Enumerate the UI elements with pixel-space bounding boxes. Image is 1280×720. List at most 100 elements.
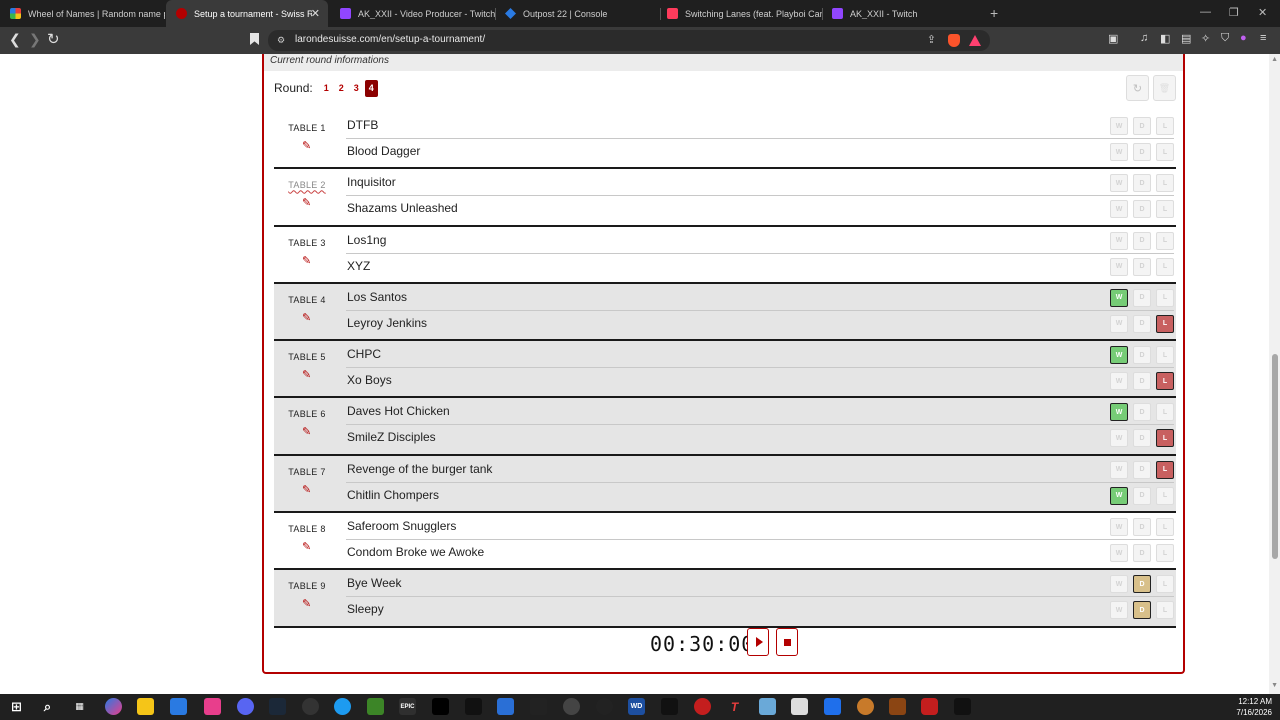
back-icon[interactable]: ❮ — [9, 31, 21, 48]
forward-icon[interactable]: ❯ — [29, 31, 41, 48]
round-button-1[interactable]: 1 — [320, 80, 333, 97]
draw-button[interactable]: D — [1133, 314, 1151, 333]
wd-icon[interactable]: WD — [628, 698, 645, 715]
loss-button[interactable]: L — [1156, 372, 1174, 391]
win-button[interactable]: W — [1110, 486, 1128, 505]
loss-button[interactable]: L — [1156, 174, 1174, 193]
edit-pencil-icon[interactable]: ✎ — [302, 254, 311, 267]
draw-button[interactable]: D — [1133, 117, 1151, 135]
delete-round-button[interactable]: 🗑 — [1153, 75, 1176, 101]
app-icon[interactable] — [694, 698, 711, 715]
tiktok-icon[interactable] — [661, 698, 678, 715]
win-button[interactable]: W — [1110, 257, 1128, 276]
win-button[interactable]: W — [1110, 288, 1128, 307]
extension-icon[interactable]: ● — [1240, 32, 1247, 44]
app-icon[interactable] — [497, 698, 514, 715]
edit-pencil-icon[interactable]: ✎ — [302, 425, 311, 438]
vpn-icon[interactable]: ⛉ — [1221, 32, 1229, 45]
page-scrollbar[interactable]: ▲ ▼ — [1269, 54, 1280, 694]
win-button[interactable]: W — [1110, 403, 1128, 422]
new-tab-button[interactable]: + — [990, 5, 998, 21]
draw-button[interactable]: D — [1133, 601, 1151, 620]
win-button[interactable]: W — [1110, 601, 1128, 620]
draw-button[interactable]: D — [1133, 486, 1151, 505]
loss-button[interactable]: L — [1156, 429, 1174, 448]
scroll-up-icon[interactable]: ▲ — [1271, 56, 1278, 63]
draw-button[interactable]: D — [1133, 346, 1151, 365]
round-button-4[interactable]: 4 — [364, 79, 378, 97]
app-icon[interactable] — [302, 698, 319, 715]
loss-button[interactable]: L — [1156, 403, 1174, 422]
edit-pencil-icon[interactable]: ✎ — [302, 311, 311, 324]
epic-games-icon[interactable]: EPIC — [399, 698, 416, 715]
browser-tab[interactable]: AK_XXII - Video Producer - Twitch — [330, 0, 495, 27]
loss-button[interactable]: L — [1156, 143, 1174, 161]
windows-start-icon[interactable]: ⊞ — [8, 698, 25, 715]
loss-button[interactable]: L — [1156, 460, 1174, 479]
draw-button[interactable]: D — [1133, 460, 1151, 479]
win-button[interactable]: W — [1110, 346, 1128, 365]
app-icon[interactable] — [889, 698, 906, 715]
draw-button[interactable]: D — [1133, 231, 1151, 250]
steam-icon[interactable] — [269, 698, 286, 715]
app-icon[interactable] — [530, 698, 547, 715]
browser-tab-active[interactable]: Setup a tournament - Swiss Rou ✕ — [166, 0, 328, 27]
brave-rewards-icon[interactable] — [969, 35, 981, 46]
win-button[interactable]: W — [1110, 372, 1128, 391]
brave-shields-icon[interactable] — [948, 34, 960, 47]
app-icon[interactable] — [432, 698, 449, 715]
app-icon[interactable]: T — [726, 698, 743, 715]
edit-pencil-icon[interactable]: ✎ — [302, 139, 311, 152]
loss-button[interactable]: L — [1156, 486, 1174, 505]
win-button[interactable]: W — [1110, 518, 1128, 537]
close-window-icon[interactable]: ✕ — [1258, 6, 1267, 19]
discord-icon[interactable] — [237, 698, 254, 715]
minimize-icon[interactable]: — — [1200, 6, 1211, 18]
maximize-icon[interactable]: ❐ — [1229, 6, 1239, 19]
draw-button[interactable]: D — [1133, 288, 1151, 307]
draw-button[interactable]: D — [1133, 575, 1151, 594]
win-button[interactable]: W — [1110, 174, 1128, 193]
bookmark-icon[interactable] — [250, 33, 259, 45]
win-button[interactable]: W — [1110, 460, 1128, 479]
loss-button[interactable]: L — [1156, 346, 1174, 365]
app-icon[interactable] — [921, 698, 938, 715]
system-clock[interactable]: 12:12 AM 7/16/2026 — [1236, 696, 1272, 718]
win-button[interactable]: W — [1110, 544, 1128, 563]
loss-button[interactable]: L — [1156, 257, 1174, 276]
refresh-round-button[interactable]: ↻ — [1126, 75, 1149, 101]
reader-mode-icon[interactable]: ▣ — [1108, 32, 1118, 45]
app-icon[interactable] — [954, 698, 971, 715]
loss-button[interactable]: L — [1156, 314, 1174, 333]
draw-button[interactable]: D — [1133, 143, 1151, 161]
media-icon[interactable]: ♫ — [1140, 32, 1148, 44]
file-explorer-icon[interactable] — [137, 698, 154, 715]
loss-button[interactable]: L — [1156, 518, 1174, 537]
minecraft-icon[interactable] — [367, 698, 384, 715]
browser-tab[interactable]: Wheel of Names | Random name pic — [0, 0, 165, 27]
app-icon[interactable] — [334, 698, 351, 715]
scroll-thumb[interactable] — [1272, 354, 1278, 559]
edit-pencil-icon[interactable]: ✎ — [302, 196, 311, 209]
loss-button[interactable]: L — [1156, 575, 1174, 594]
app-icon[interactable] — [857, 698, 874, 715]
browser-tab[interactable]: Switching Lanes (feat. Playboi Carti) — [657, 0, 822, 27]
site-settings-icon[interactable]: ⚙ — [277, 35, 285, 46]
edit-pencil-icon[interactable]: ✎ — [302, 368, 311, 381]
loss-button[interactable]: L — [1156, 200, 1174, 219]
loss-button[interactable]: L — [1156, 544, 1174, 563]
reload-icon[interactable]: ↻ — [47, 30, 60, 48]
leo-ai-icon[interactable]: ✧ — [1201, 32, 1210, 45]
app-icon[interactable] — [759, 698, 776, 715]
wallet-icon[interactable]: ▤ — [1181, 32, 1191, 45]
win-button[interactable]: W — [1110, 231, 1128, 250]
draw-button[interactable]: D — [1133, 200, 1151, 219]
close-tab-icon[interactable]: ✕ — [311, 7, 320, 20]
loss-button[interactable]: L — [1156, 231, 1174, 250]
menu-icon[interactable]: ≡ — [1260, 32, 1266, 44]
browser-tab[interactable]: AK_XXII - Twitch — [822, 0, 982, 27]
copilot-icon[interactable] — [105, 698, 122, 715]
edit-pencil-icon[interactable]: ✎ — [302, 483, 311, 496]
edit-pencil-icon[interactable]: ✎ — [302, 540, 311, 553]
edit-pencil-icon[interactable]: ✎ — [302, 597, 311, 610]
